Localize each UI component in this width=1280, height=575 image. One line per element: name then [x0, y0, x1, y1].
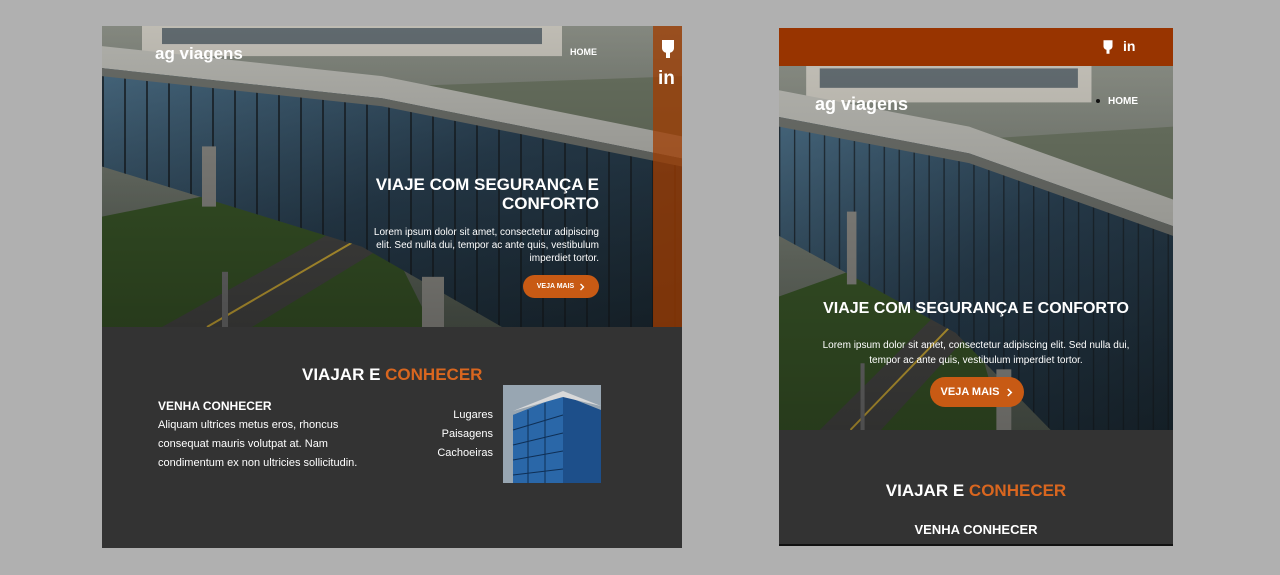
- veja-mais-button[interactable]: VEJA MAIS: [930, 377, 1024, 407]
- social-sidebar: in: [653, 26, 682, 327]
- section-title-part1: VIAJAR E: [302, 365, 381, 384]
- hero-text: Lorem ipsum dolor sit amet, consectetur …: [822, 340, 1130, 366]
- section-title-part1: VIAJAR E: [885, 481, 965, 500]
- divider: [779, 544, 1173, 546]
- veja-mais-button[interactable]: VEJA MAIS: [523, 275, 599, 298]
- github-icon[interactable]: [660, 40, 676, 58]
- hero-text: Lorem ipsum dolor sit amet, consectetur …: [373, 227, 599, 264]
- logo[interactable]: ag viagens: [155, 44, 243, 64]
- section-text: Aliquam ultrices metus eros, rhoncus con…: [158, 419, 358, 469]
- destination-links: Lugares Paisagens Cachoeiras: [422, 406, 493, 463]
- linkedin-icon[interactable]: in: [658, 68, 675, 90]
- link-lugares[interactable]: Lugares: [422, 406, 493, 425]
- chevron-right-icon: [579, 283, 585, 291]
- hero-title: VIAJE COM SEGURANÇA E CONFORTO: [823, 300, 1129, 317]
- section-subtitle: VENHA CONHECER: [914, 522, 1038, 537]
- desktop-preview: ag viagens HOME in VIAJE COM SEGURANÇA E…: [102, 26, 682, 548]
- link-paisagens[interactable]: Paisagens: [422, 425, 493, 444]
- section-title-accent: CONHECER: [968, 481, 1067, 500]
- logo[interactable]: ag viagens: [815, 94, 908, 115]
- nav-home-link[interactable]: HOME: [570, 47, 597, 57]
- hero-banner: ag viagens HOME in VIAJE COM SEGURANÇA E…: [102, 26, 682, 327]
- chevron-right-icon: [1006, 388, 1013, 397]
- hero-banner: ag viagens HOME VIAJE COM SEGURANÇA E CO…: [779, 66, 1173, 430]
- veja-mais-label: VEJA MAIS: [940, 386, 1000, 398]
- veja-mais-label: VEJA MAIS: [536, 283, 575, 290]
- section-subtitle: VENHA CONHECER: [158, 399, 272, 413]
- hero-title: VIAJE COM SEGURANÇA E CONFORTO: [375, 175, 599, 213]
- section-title: VIAJAR E CONHECER: [779, 481, 1173, 501]
- mobile-topbar: in: [779, 28, 1173, 66]
- linkedin-icon[interactable]: in: [1123, 38, 1135, 54]
- building-thumbnail: [503, 385, 601, 483]
- link-cachoeiras[interactable]: Cachoeiras: [422, 444, 493, 463]
- section-title-accent: CONHECER: [385, 365, 483, 384]
- section-title: VIAJAR E CONHECER: [302, 365, 482, 385]
- github-icon[interactable]: [1102, 40, 1114, 54]
- mobile-preview: in ag viagens HOME VIAJE COM SEGURANÇA E…: [779, 28, 1173, 546]
- hero-background-image: [779, 66, 1173, 430]
- nav-home-link[interactable]: HOME: [1096, 96, 1138, 107]
